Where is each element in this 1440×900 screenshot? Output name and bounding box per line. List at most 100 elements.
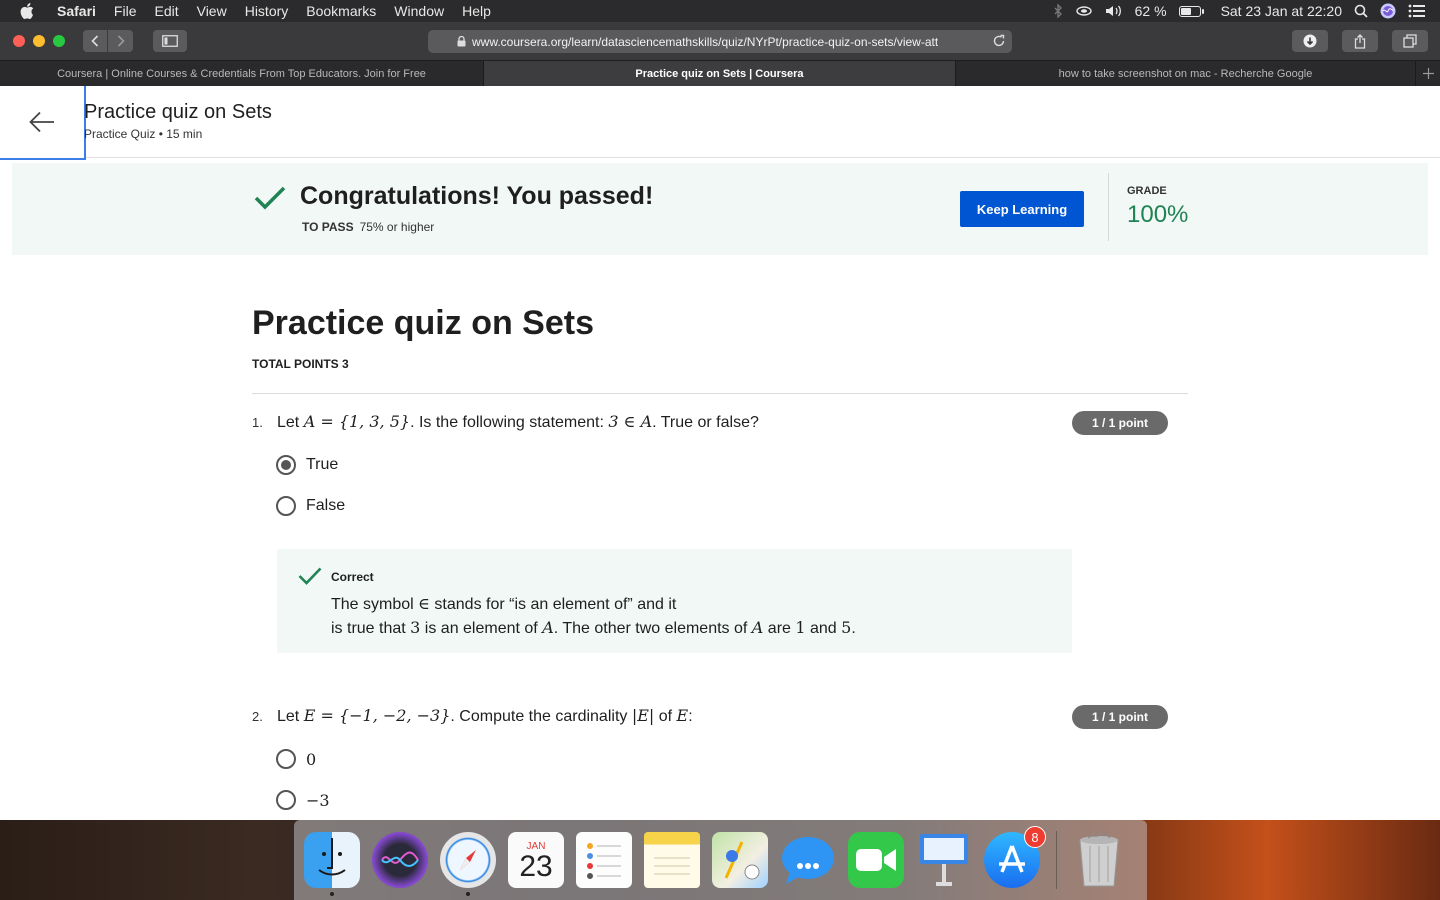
radio-button[interactable] xyxy=(276,749,296,769)
math-symbol: A xyxy=(751,618,764,637)
header-subtitle: Practice Quiz • 15 min xyxy=(84,127,203,141)
tab-practice-quiz[interactable]: Practice quiz on Sets | Coursera xyxy=(484,61,956,86)
question-2-option-0[interactable]: 0 xyxy=(276,749,316,769)
tab-overview-button[interactable] xyxy=(1392,30,1428,52)
share-button[interactable] xyxy=(1342,30,1378,52)
arrow-left-icon xyxy=(29,111,54,133)
trash-icon[interactable] xyxy=(1071,832,1127,888)
window-controls xyxy=(13,35,65,47)
grade-value: 100% xyxy=(1127,201,1189,228)
radio-button-selected[interactable] xyxy=(276,455,296,475)
siri-icon[interactable] xyxy=(372,832,428,888)
new-tab-button[interactable] xyxy=(1416,61,1440,86)
maps-icon[interactable] xyxy=(712,832,768,888)
app-store-icon[interactable]: 8 xyxy=(984,826,1046,888)
notes-icon[interactable] xyxy=(644,832,700,888)
facetime-icon[interactable] xyxy=(848,832,904,888)
volume-icon[interactable] xyxy=(1105,4,1123,18)
address-bar[interactable]: www.coursera.org/learn/datasciencemathsk… xyxy=(428,30,1012,53)
bluetooth-icon[interactable] xyxy=(1053,4,1063,18)
math-expression: |E| xyxy=(631,706,655,725)
math-symbol: A xyxy=(542,618,554,637)
tab-google-search[interactable]: how to take screenshot on mac - Recherch… xyxy=(956,61,1416,86)
math-expression: A = {1, 3, 5} xyxy=(303,412,411,431)
keep-learning-button[interactable]: Keep Learning xyxy=(960,191,1084,227)
clock[interactable]: Sat 23 Jan at 22:20 xyxy=(1221,3,1342,19)
keynote-icon[interactable] xyxy=(916,832,972,888)
safari-icon[interactable] xyxy=(440,832,496,896)
forward-nav-button[interactable] xyxy=(108,30,133,52)
back-button[interactable] xyxy=(0,86,86,160)
pass-banner: Congratulations! You passed! TO PASS 75% … xyxy=(12,163,1428,255)
question-1-option-true[interactable]: True xyxy=(276,455,338,475)
feedback-text-line-2: is true that 3 is an element of A. The o… xyxy=(331,618,856,638)
battery-percent: 62 % xyxy=(1134,3,1167,19)
question-text-segment: of xyxy=(654,708,677,725)
spotlight-search-icon[interactable] xyxy=(1354,4,1368,18)
feedback-label: Correct xyxy=(331,570,374,584)
minimize-window-button[interactable] xyxy=(33,35,45,47)
menu-bookmarks[interactable]: Bookmarks xyxy=(297,0,385,22)
radio-button[interactable] xyxy=(276,790,296,810)
feedback-text-line-1: The symbol ∈ stands for “is an element o… xyxy=(331,594,676,614)
browser-toolbar: www.coursera.org/learn/datasciencemathsk… xyxy=(0,22,1440,60)
close-window-button[interactable] xyxy=(13,35,25,47)
math-symbol: 3 xyxy=(410,618,421,637)
question-1-option-false[interactable]: False xyxy=(276,496,345,516)
question-1-number: 1. xyxy=(252,415,263,430)
battery-icon[interactable] xyxy=(1178,5,1204,17)
airplay-icon[interactable] xyxy=(1075,4,1093,18)
menu-edit[interactable]: Edit xyxy=(145,0,187,22)
finder-icon[interactable] xyxy=(304,832,360,896)
feedback-segment: is true that xyxy=(331,620,411,637)
sidebar-icon xyxy=(162,35,178,47)
apple-icon[interactable] xyxy=(18,2,36,20)
mac-dock: JAN 23 8 xyxy=(294,820,1147,900)
messages-icon[interactable] xyxy=(780,832,836,888)
question-text-segment: : xyxy=(688,708,693,725)
url-text: www.coursera.org/learn/datasciencemathsk… xyxy=(472,34,939,49)
sidebar-toggle-button[interactable] xyxy=(153,30,187,52)
download-icon xyxy=(1303,34,1317,48)
question-2-text: Let E = {−1, −2, −3}. Compute the cardin… xyxy=(277,706,693,726)
question-text-segment: . Compute the cardinality xyxy=(450,708,632,725)
running-indicator xyxy=(330,892,334,896)
back-nav-button[interactable] xyxy=(83,30,108,52)
question-text-segment: Let xyxy=(277,708,304,725)
question-2-number: 2. xyxy=(252,709,263,724)
page-header: Practice quiz on Sets Practice Quiz • 15… xyxy=(0,86,1440,160)
question-text-segment: . Is the following statement: xyxy=(410,414,609,431)
checkmark-icon xyxy=(254,185,286,216)
question-1-feedback: Correct The symbol ∈ stands for “is an e… xyxy=(277,549,1072,653)
menu-window[interactable]: Window xyxy=(385,0,453,22)
radio-button[interactable] xyxy=(276,496,296,516)
reload-icon[interactable] xyxy=(992,34,1006,51)
question-1-points-badge: 1 / 1 point xyxy=(1072,411,1168,435)
menu-history[interactable]: History xyxy=(236,0,298,22)
tab-coursera-home[interactable]: Coursera | Online Courses & Credentials … xyxy=(0,61,484,86)
menu-view[interactable]: View xyxy=(188,0,236,22)
feedback-segment: . xyxy=(851,620,856,637)
to-pass-label: TO PASS xyxy=(302,220,354,234)
option-label: False xyxy=(306,497,346,514)
fullscreen-window-button[interactable] xyxy=(53,35,65,47)
math-expression: E xyxy=(676,706,689,725)
lock-icon xyxy=(457,35,466,50)
notification-center-icon[interactable] xyxy=(1408,4,1426,18)
menu-help[interactable]: Help xyxy=(453,0,500,22)
to-pass-value: 75% or higher xyxy=(359,220,435,234)
question-2-points-badge: 1 / 1 point xyxy=(1072,705,1168,729)
banner-divider xyxy=(1108,173,1109,241)
menu-file[interactable]: File xyxy=(105,0,146,22)
section-divider xyxy=(252,393,1188,394)
menu-app-name[interactable]: Safari xyxy=(48,0,105,22)
mac-menu-bar: Safari File Edit View History Bookmarks … xyxy=(0,0,1440,22)
total-points: TOTAL POINTS 3 xyxy=(252,357,349,371)
option-label: True xyxy=(306,456,339,473)
calendar-icon[interactable]: JAN 23 xyxy=(508,832,564,888)
siri-menu-icon[interactable] xyxy=(1380,3,1396,19)
question-2-option-1[interactable]: −3 xyxy=(276,790,330,810)
chevron-left-icon xyxy=(91,35,99,47)
downloads-button[interactable] xyxy=(1292,30,1328,52)
reminders-icon[interactable] xyxy=(576,832,632,888)
